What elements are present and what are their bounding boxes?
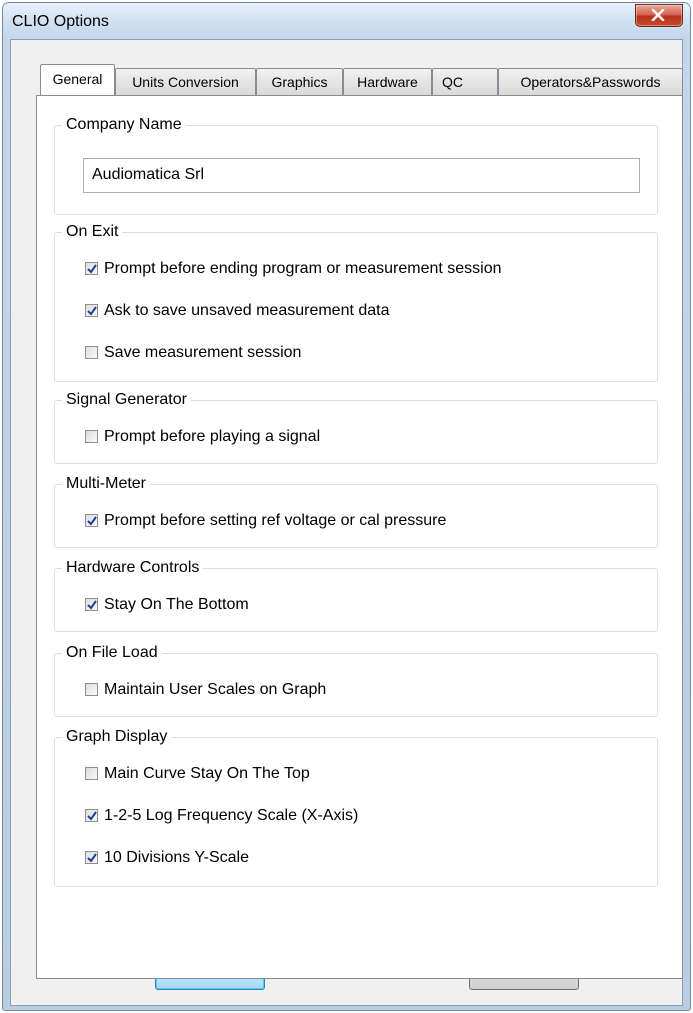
tab-general[interactable]: General — [40, 64, 115, 95]
signal-generator-group: Signal Generator Prompt before playing a… — [54, 391, 658, 464]
tab-qc[interactable]: QC — [432, 68, 498, 95]
checkbox-box — [85, 683, 98, 696]
window-title: CLIO Options — [12, 13, 109, 30]
graph-display-group: Graph Display Main Curve Stay On The Top… — [54, 728, 658, 887]
on-exit-group: On Exit Prompt before ending program or … — [54, 223, 658, 382]
tab-graphics[interactable]: Graphics — [256, 68, 343, 95]
checkbox-box — [85, 598, 98, 611]
company-name-group: Company Name Audiomatica Srl — [54, 116, 658, 215]
checkbox-label: Prompt before setting ref voltage or cal… — [104, 512, 447, 529]
checkbox-box — [85, 304, 98, 317]
tab-qc-label: QC — [442, 74, 463, 90]
checkbox-label: Ask to save unsaved measurement data — [104, 302, 390, 319]
checkmark-icon — [87, 264, 97, 274]
multi-meter-group: Multi-Meter Prompt before setting ref vo… — [54, 475, 658, 548]
general-tab-panel: Company Name Audiomatica Srl On Exit Pro… — [36, 95, 683, 979]
checkmark-icon — [87, 516, 97, 526]
checkbox-box — [85, 809, 98, 822]
checkbox-label: 1-2-5 Log Frequency Scale (X-Axis) — [104, 807, 359, 824]
on-file-load-heading: On File Load — [62, 644, 162, 662]
tab-operators-passwords[interactable]: Operators&Passwords — [498, 68, 683, 95]
checkbox-label: Stay On The Bottom — [104, 596, 249, 613]
tab-hardware-label: Hardware — [357, 74, 418, 90]
title-bar[interactable]: CLIO Options — [3, 3, 690, 39]
options-dialog: CLIO Options General Units Conversion Gr… — [2, 2, 691, 1011]
company-name-heading: Company Name — [62, 116, 186, 134]
graph-display-heading: Graph Display — [62, 728, 172, 746]
checkbox-box — [85, 767, 98, 780]
checkbox-label: Prompt before playing a signal — [104, 428, 321, 445]
checkmark-icon — [87, 811, 97, 821]
checkmark-icon — [87, 853, 97, 863]
hardware-controls-group: Hardware Controls Stay On The Bottom — [54, 559, 658, 632]
signal-generator-heading: Signal Generator — [62, 391, 191, 409]
close-button[interactable] — [635, 4, 683, 27]
on-file-load-group: On File Load Maintain User Scales on Gra… — [54, 644, 658, 717]
on-exit-heading: On Exit — [62, 223, 123, 241]
checkbox-label: Maintain User Scales on Graph — [104, 681, 327, 698]
checkbox-label: Main Curve Stay On The Top — [104, 765, 310, 782]
tab-graphics-label: Graphics — [271, 74, 328, 90]
checkbox-label: Prompt before ending program or measurem… — [104, 260, 502, 277]
close-icon — [651, 9, 665, 21]
tab-operators-passwords-label: Operators&Passwords — [520, 74, 661, 90]
checkbox-label: Save measurement session — [104, 344, 302, 361]
checkmark-icon — [87, 306, 97, 316]
checkbox-label: 10 Divisions Y-Scale — [104, 849, 249, 866]
tab-hardware[interactable]: Hardware — [343, 68, 432, 95]
multi-meter-heading: Multi-Meter — [62, 475, 151, 493]
tab-units-conversion-label: Units Conversion — [132, 74, 239, 90]
company-name-input[interactable]: Audiomatica Srl — [83, 158, 640, 193]
tab-general-label: General — [52, 71, 103, 87]
tab-units-conversion[interactable]: Units Conversion — [115, 68, 256, 95]
checkbox-box — [85, 346, 98, 359]
checkmark-icon — [87, 600, 97, 610]
checkbox-box — [85, 262, 98, 275]
checkbox-box — [85, 514, 98, 527]
dialog-client-area: General Units Conversion Graphics Hardwa… — [10, 39, 683, 1006]
checkbox-box — [85, 430, 98, 443]
hardware-controls-heading: Hardware Controls — [62, 559, 204, 577]
checkbox-box — [85, 851, 98, 864]
